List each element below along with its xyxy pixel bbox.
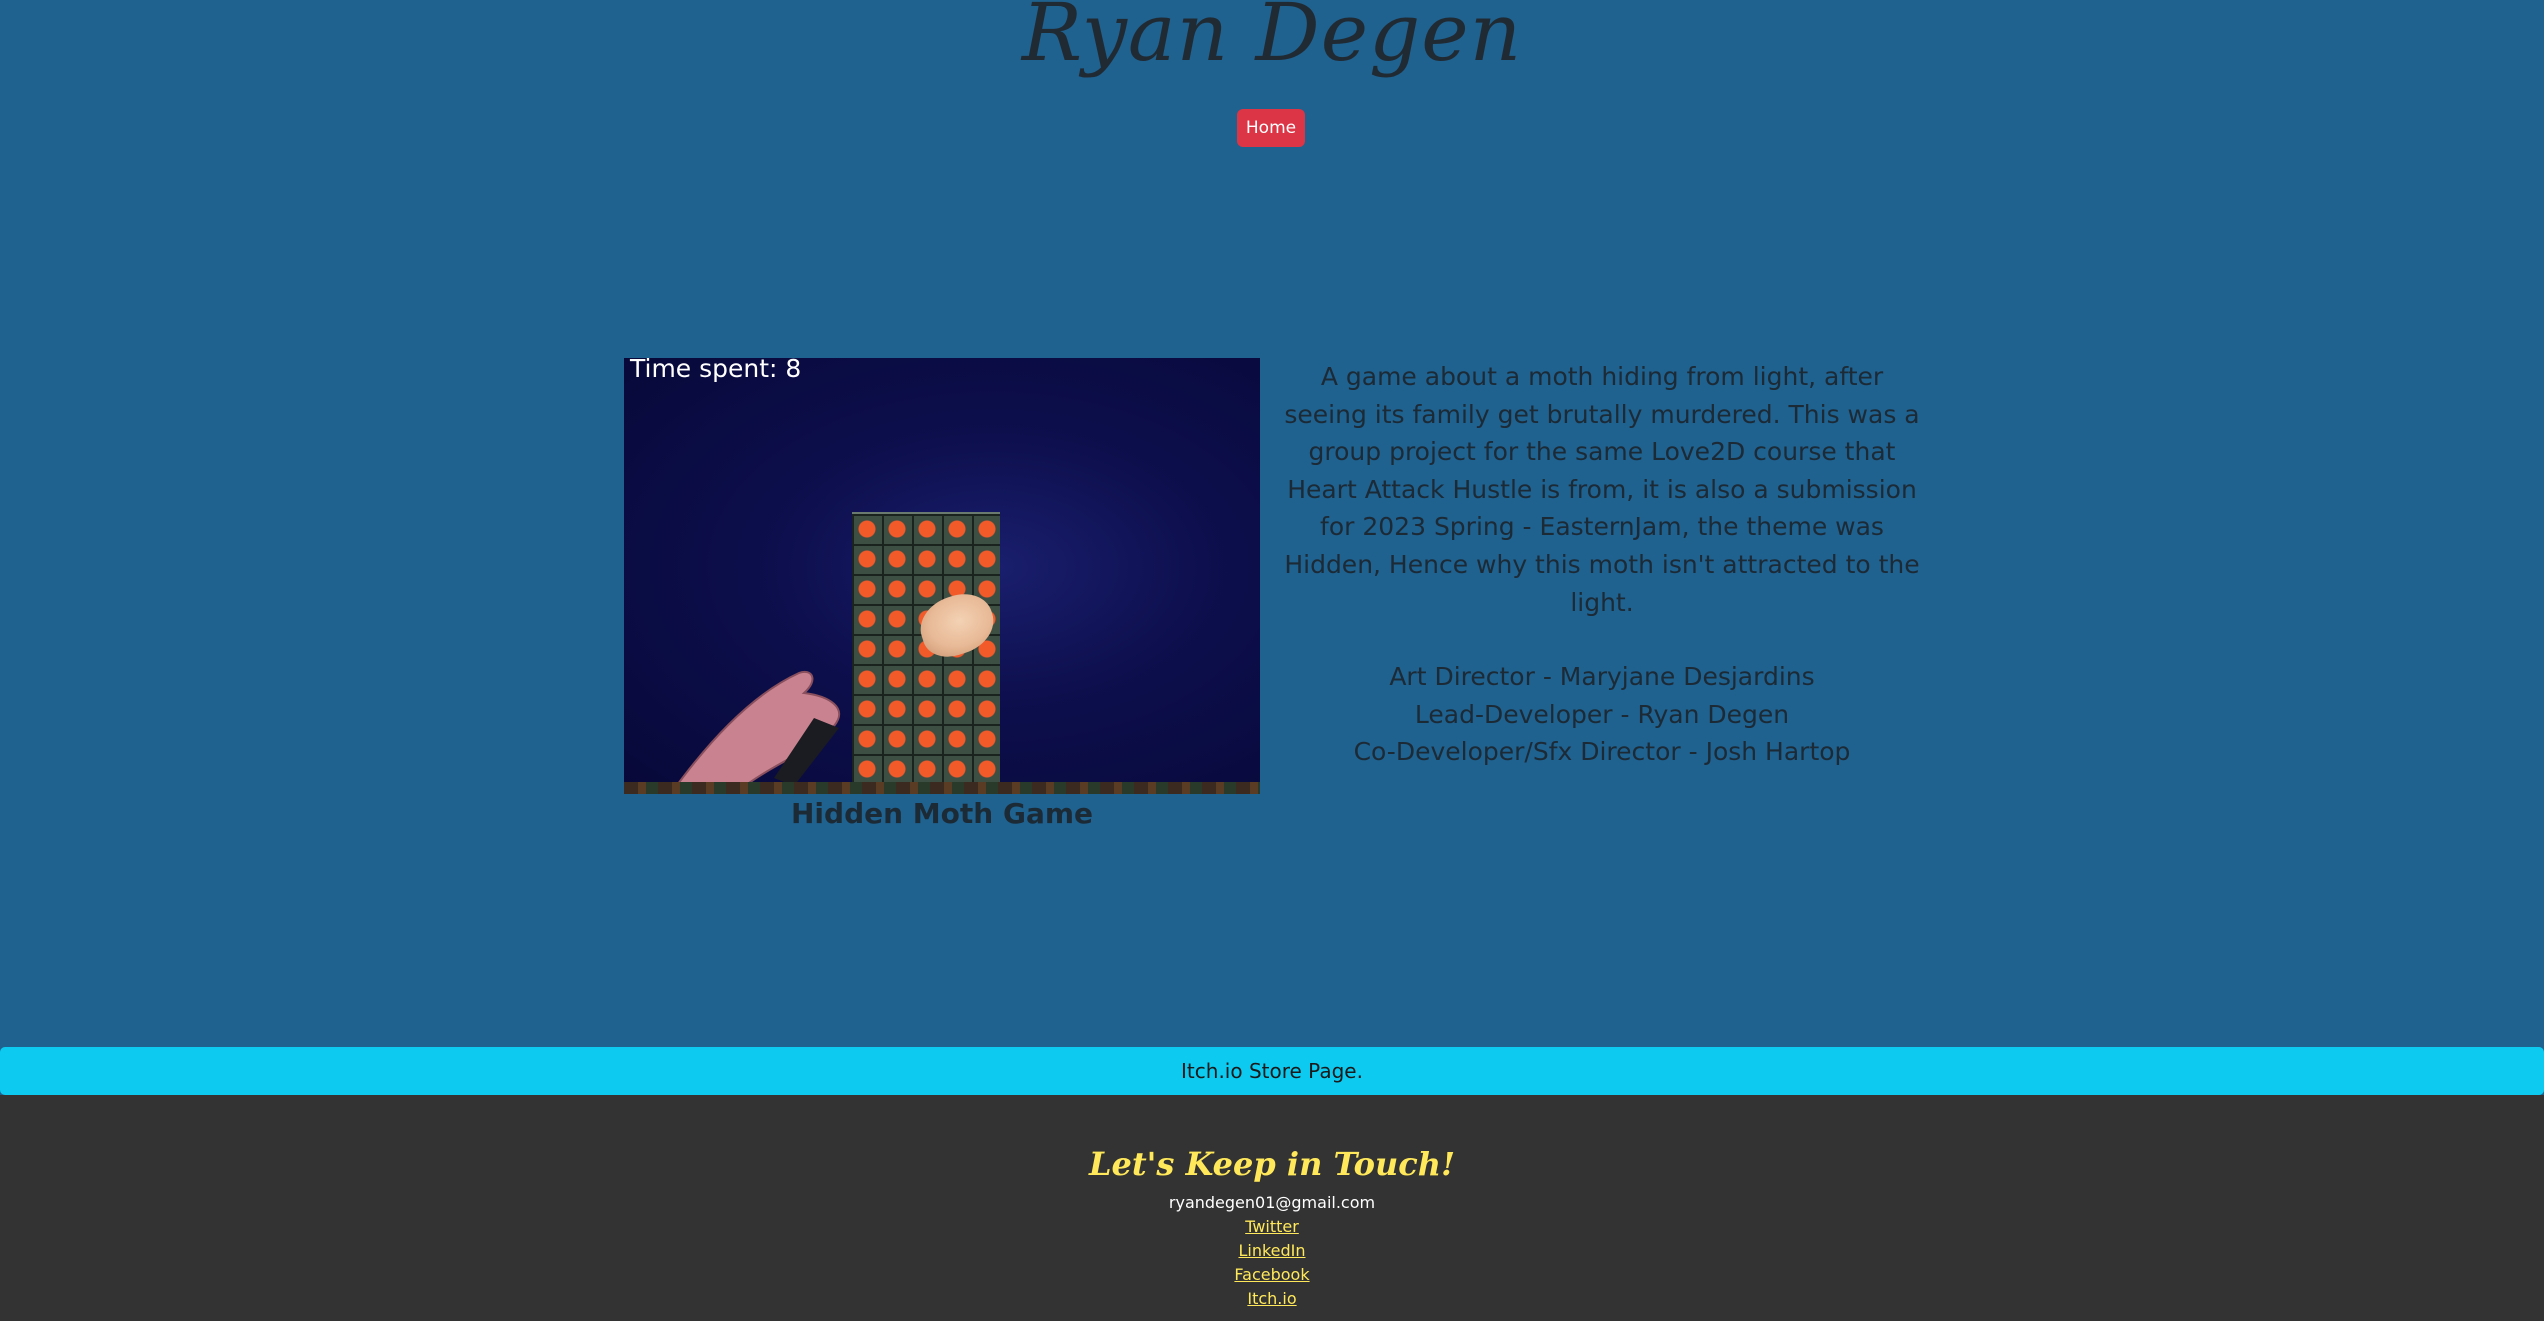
- credit-lead-developer: Lead-Developer - Ryan Degen: [1414, 699, 1790, 729]
- game-tile-column: [852, 512, 1002, 784]
- game-caption: Hidden Moth Game: [791, 797, 1093, 830]
- description-text: A game about a moth hiding from light, a…: [1284, 362, 1920, 617]
- game-screenshot: Time spent: 8: [624, 358, 1260, 794]
- credit-co-developer: Co-Developer/Sfx Director - Josh Hartop: [1353, 737, 1851, 767]
- itch-store-button[interactable]: Itch.io Store Page.: [0, 1047, 2544, 1095]
- hand-sprite: [669, 670, 841, 794]
- credits-list: Art Director - Maryjane Desjardins Lead-…: [1278, 658, 1926, 771]
- footer-heading: Let's Keep in Touch!: [1088, 1145, 1456, 1183]
- footer-link-itchio[interactable]: Itch.io: [0, 1289, 2544, 1308]
- footer: Let's Keep in Touch! ryandegen01@gmail.c…: [0, 1095, 2544, 1321]
- footer-email: ryandegen01@gmail.com: [1168, 1193, 1376, 1212]
- page: Ryan Degen Home Time spent: 8 Hidden Mot…: [0, 0, 2544, 1321]
- site-title: Ryan Degen: [1021, 0, 1523, 79]
- project-description: A game about a moth hiding from light, a…: [1278, 358, 1926, 771]
- game-ground-strip: [624, 782, 1260, 794]
- footer-link-linkedin[interactable]: LinkedIn: [0, 1241, 2544, 1260]
- credit-art-director: Art Director - Maryjane Desjardins: [1389, 662, 1815, 692]
- tile-grid: [852, 514, 1000, 784]
- footer-link-facebook[interactable]: Facebook: [0, 1265, 2544, 1284]
- footer-link-twitter[interactable]: Twitter: [0, 1217, 2544, 1236]
- home-nav-button[interactable]: Home: [1237, 109, 1305, 147]
- game-timer-text: Time spent: 8: [630, 358, 802, 383]
